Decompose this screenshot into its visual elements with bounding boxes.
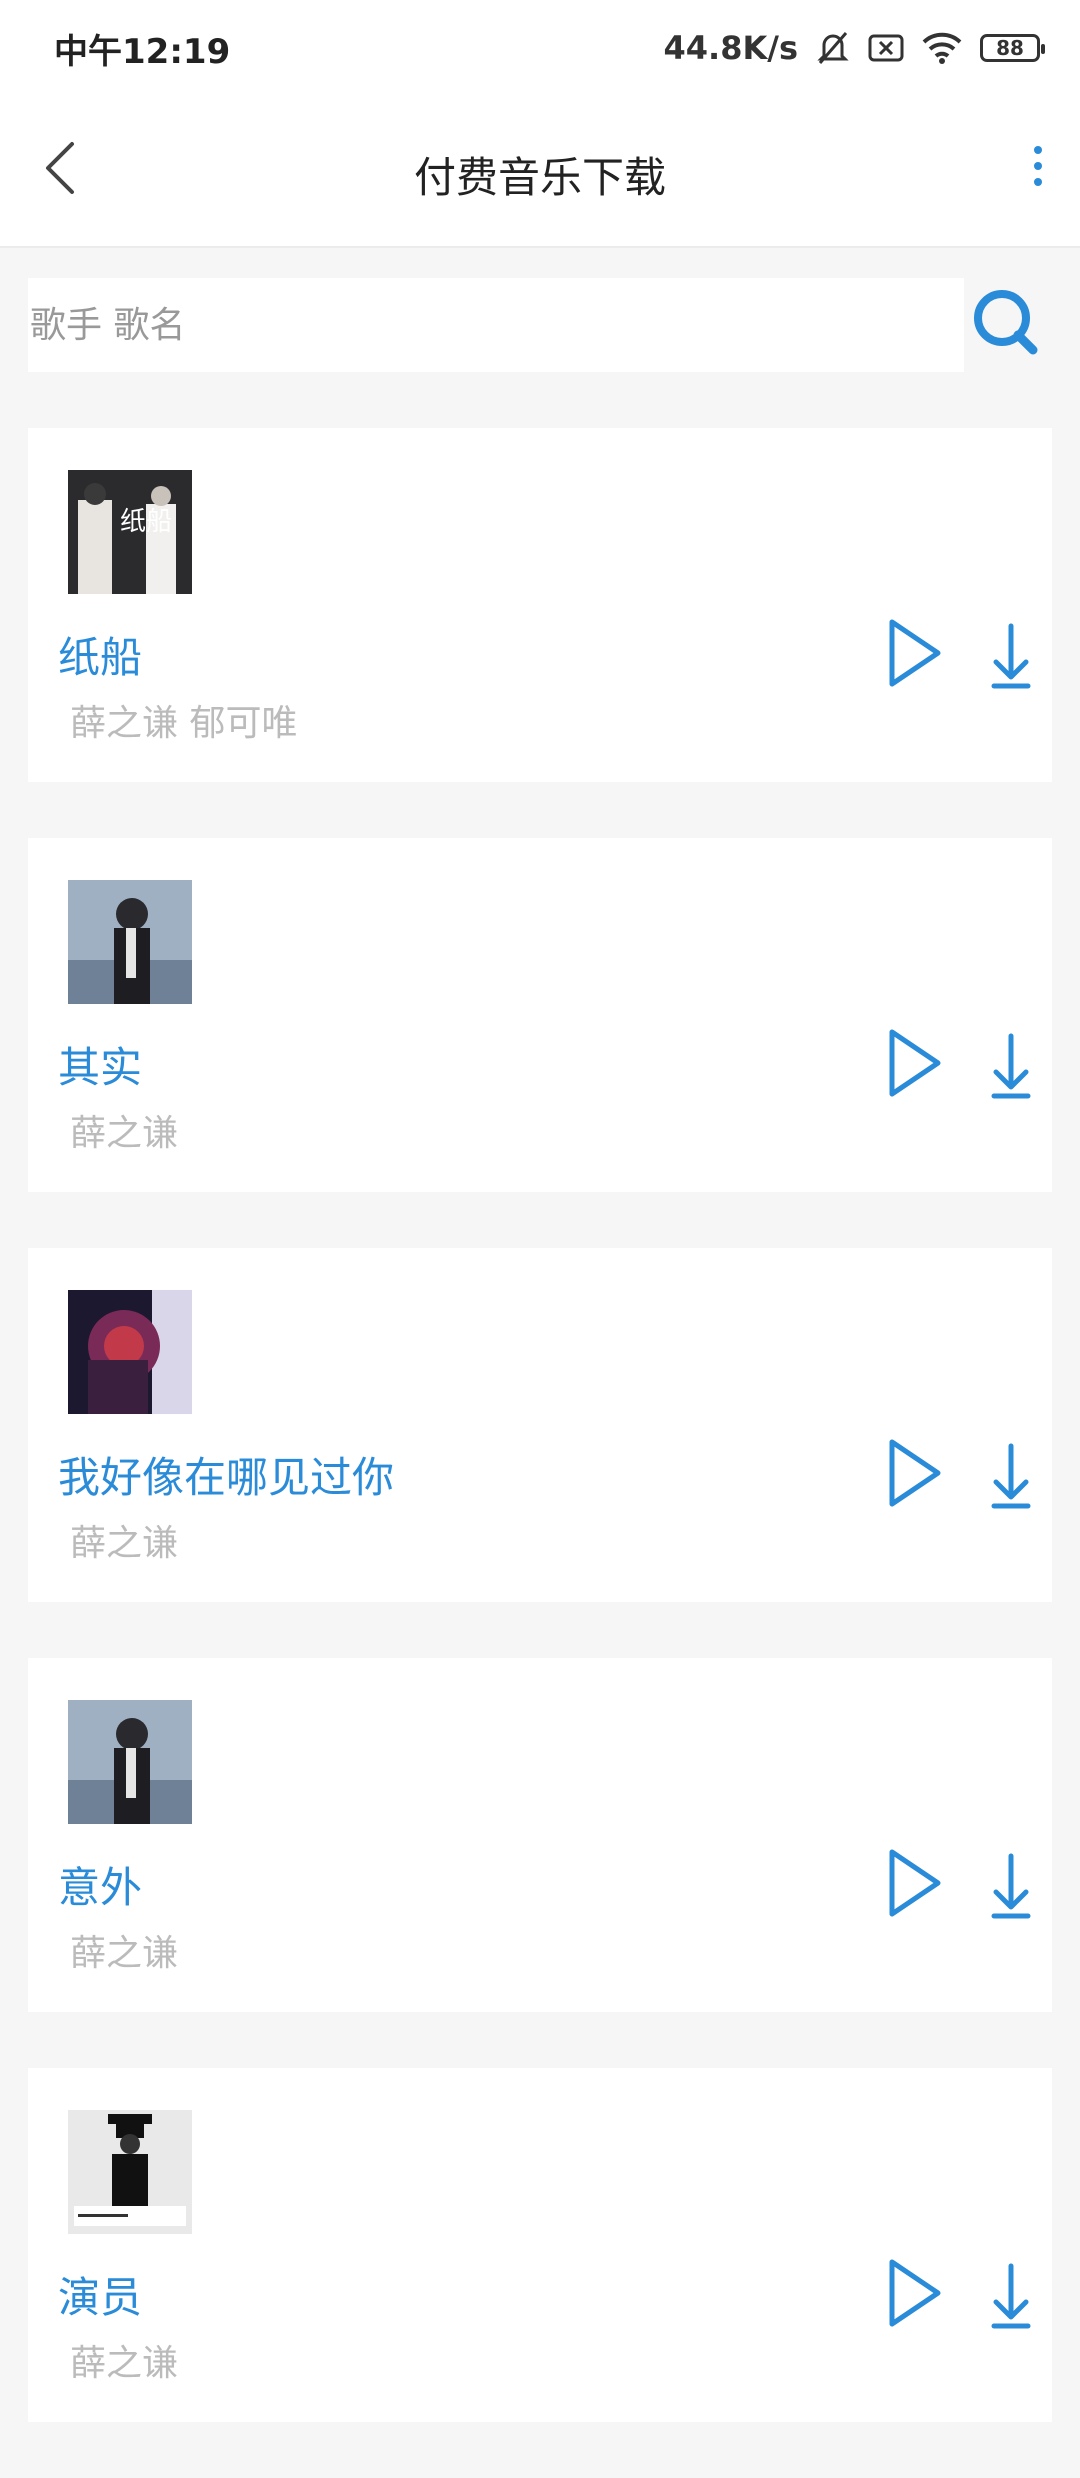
sim-off-icon <box>868 33 904 63</box>
song-title: 其实 <box>58 1043 143 1092</box>
more-options-button[interactable] <box>1018 142 1058 194</box>
play-icon <box>889 1849 941 1917</box>
download-icon <box>991 2263 1031 2329</box>
song-item[interactable]: 我好像在哪见过你 薛之谦 <box>28 1248 1052 1602</box>
play-button[interactable] <box>870 1020 956 1106</box>
play-button[interactable] <box>870 610 956 696</box>
play-button[interactable] <box>870 2250 956 2336</box>
search-bar <box>28 278 1058 372</box>
download-button[interactable] <box>968 610 1054 696</box>
download-button[interactable] <box>968 1430 1054 1516</box>
play-button[interactable] <box>870 1430 956 1516</box>
page-title: 付费音乐下载 <box>413 153 666 202</box>
song-title: 演员 <box>58 2273 143 2322</box>
app-bar: 付费音乐下载 <box>0 96 1080 248</box>
play-button[interactable] <box>870 1840 956 1926</box>
search-input[interactable] <box>28 278 964 372</box>
bell-muted-icon <box>816 30 850 66</box>
download-icon <box>991 1443 1031 1509</box>
album-cover: 纸船 <box>68 470 192 594</box>
song-artist: 薛之谦 <box>70 1113 179 1154</box>
album-cover <box>68 1700 192 1824</box>
song-item[interactable]: 其实 薛之谦 <box>28 838 1052 1192</box>
play-icon <box>889 1439 941 1507</box>
song-artist: 薛之谦 郁可唯 <box>70 703 298 744</box>
more-vertical-icon <box>1034 146 1042 186</box>
song-artist: 薛之谦 <box>70 1933 179 1974</box>
play-icon <box>889 2259 941 2327</box>
album-cover <box>68 880 192 1004</box>
song-list: 纸船 纸船 薛之谦 郁可唯 其实 薛之谦 我好像在哪见过你 薛之谦 意外 薛之谦… <box>28 428 1052 2478</box>
download-icon <box>991 1853 1031 1919</box>
song-artist: 薛之谦 <box>70 1523 179 1564</box>
download-button[interactable] <box>968 2250 1054 2336</box>
search-button[interactable] <box>960 278 1054 372</box>
song-item[interactable]: 纸船 纸船 薛之谦 郁可唯 <box>28 428 1052 782</box>
play-icon <box>889 619 941 687</box>
song-title: 我好像在哪见过你 <box>58 1453 395 1502</box>
network-speed: 44.8K/s <box>663 29 798 67</box>
search-icon <box>974 290 1038 355</box>
song-item[interactable]: 演员 薛之谦 <box>28 2068 1052 2422</box>
song-title: 意外 <box>58 1863 143 1912</box>
play-icon <box>889 1029 941 1097</box>
wifi-icon <box>922 32 962 64</box>
song-title: 纸船 <box>58 633 143 682</box>
battery-icon: 88 <box>980 34 1045 62</box>
download-button[interactable] <box>968 1840 1054 1926</box>
download-icon <box>991 623 1031 689</box>
album-cover <box>68 1290 192 1414</box>
song-item[interactable]: 意外 薛之谦 <box>28 1658 1052 2012</box>
album-cover <box>68 2110 192 2234</box>
download-button[interactable] <box>968 1020 1054 1106</box>
cover-title: 纸船 <box>120 507 172 537</box>
status-icons: 44.8K/s 88 <box>663 29 1045 67</box>
song-artist: 薛之谦 <box>70 2343 179 2384</box>
download-icon <box>991 1033 1031 1099</box>
status-time: 中午12:19 <box>54 31 231 72</box>
status-bar: 中午12:19 44.8K/s 88 <box>0 0 1080 96</box>
